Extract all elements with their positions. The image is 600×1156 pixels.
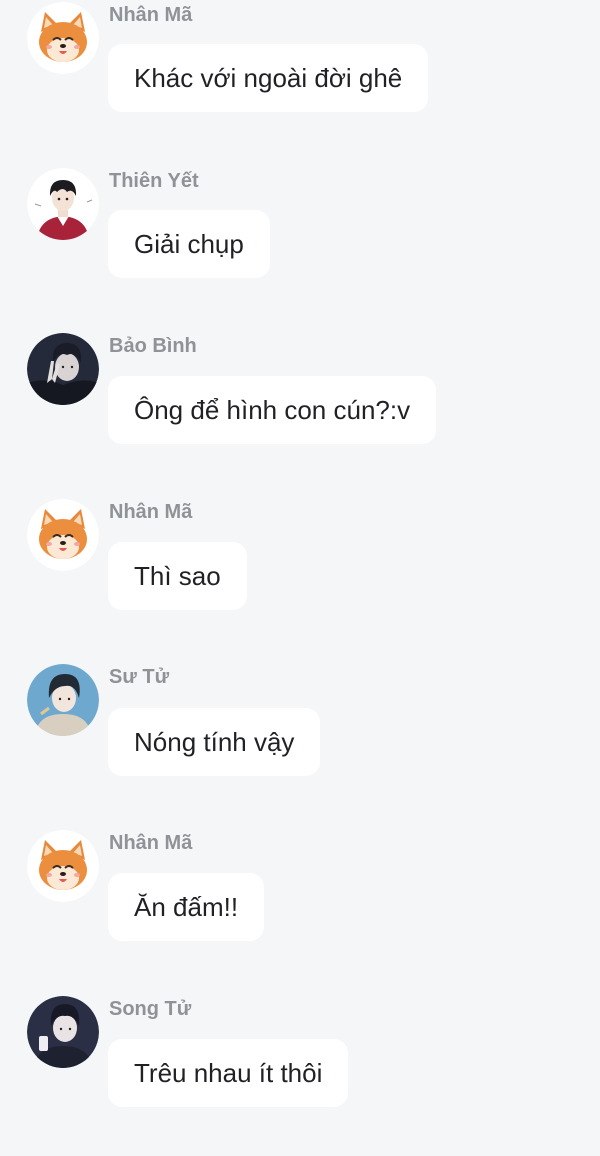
message-bubble[interactable]: Giải chụp (108, 210, 270, 278)
message-bubble[interactable]: Ông để hình con cún?:v (108, 376, 437, 444)
message-bubble[interactable]: Thì sao (108, 542, 247, 610)
sender-name: Nhân Mã (109, 501, 193, 523)
boy-red-jacket-avatar[interactable] (27, 168, 99, 240)
message-item: Song Tử Trêu nhau ít thôi (0, 996, 600, 1156)
sender-name: Sư Tử (109, 666, 170, 688)
boy-holding-phone-avatar[interactable] (27, 996, 99, 1068)
sender-name: Thiên Yết (109, 170, 199, 192)
shiba-dog-avatar[interactable] (27, 2, 99, 74)
sender-name: Bảo Bình (109, 335, 197, 357)
message-item: Nhân Mã Thì sao (0, 499, 600, 659)
message-item: Nhân Mã Khác với ngoài đời ghê (0, 2, 600, 162)
message-bubble[interactable]: Ăn đấm!! (108, 873, 265, 941)
sender-name: Nhân Mã (109, 832, 193, 854)
shiba-dog-avatar[interactable] (27, 830, 99, 902)
shiba-dog-avatar[interactable] (27, 499, 99, 571)
sender-name: Nhân Mã (109, 4, 193, 26)
chat-message-list: Nhân Mã Khác với ngoài đời ghê Thiên Yết… (0, 0, 600, 1108)
message-item: Bảo Bình Ông để hình con cún?:v (0, 333, 600, 493)
message-bubble[interactable]: Khác với ngoài đời ghê (108, 44, 429, 112)
message-bubble[interactable]: Trêu nhau ít thôi (108, 1039, 349, 1107)
sender-name: Song Tử (109, 998, 192, 1020)
message-item: Sư Tử Nóng tính vậy (0, 664, 600, 824)
message-item: Thiên Yết Giải chụp (0, 168, 600, 328)
message-bubble[interactable]: Nóng tính vậy (108, 708, 321, 776)
boy-light-background-avatar[interactable] (27, 664, 99, 736)
message-item: Nhân Mã Ăn đấm!! (0, 830, 600, 990)
boy-peace-sign-avatar[interactable] (27, 333, 99, 405)
